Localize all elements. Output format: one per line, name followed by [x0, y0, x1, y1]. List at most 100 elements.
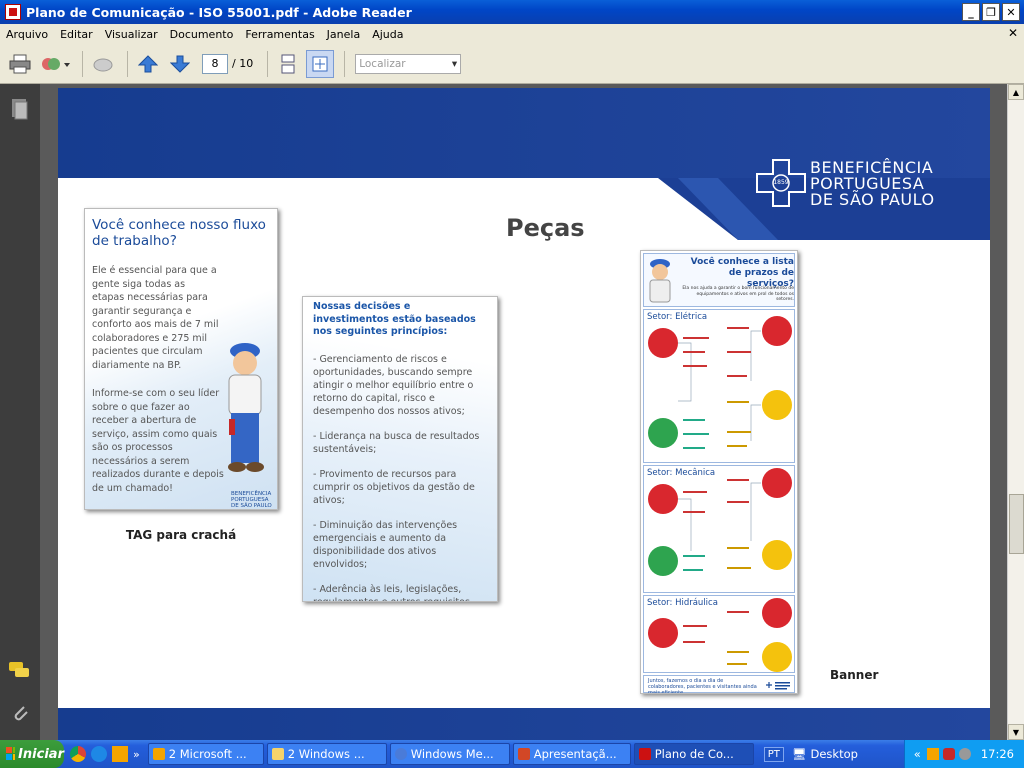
collaborate-button[interactable]	[38, 50, 72, 78]
tag-heading: Você conhece nosso fluxo de trabalho?	[92, 217, 266, 249]
outlook-icon[interactable]	[112, 746, 128, 762]
chrome-icon[interactable]	[70, 746, 86, 762]
close-document-icon[interactable]: ✕	[1008, 26, 1018, 40]
banner-footer-text: Juntos, fazemos o dia a dia de colaborad…	[648, 678, 757, 694]
window-title-bar[interactable]: Plano de Comunicação - ISO 55001.pdf - A…	[0, 0, 1024, 24]
quick-launch-more-icon[interactable]: »	[133, 748, 140, 761]
scroll-mode-button[interactable]	[274, 50, 302, 78]
previous-page-button[interactable]	[134, 50, 162, 78]
media-player-icon	[394, 748, 407, 760]
scroll-up-button[interactable]: ▲	[1008, 84, 1024, 100]
banner-diagram	[648, 316, 792, 672]
page-total-label: / 10	[232, 57, 254, 70]
fit-page-icon	[312, 56, 328, 71]
banner-caption: Banner	[830, 668, 879, 682]
ie-icon[interactable]	[91, 746, 107, 762]
tag-logo: BENEFICÊNCIA PORTUGUESA DE SÃO PAULO	[231, 491, 272, 509]
banner-card: Você conhece a lista de prazos de serviç…	[640, 250, 798, 694]
window-title: Plano de Comunicação - ISO 55001.pdf - A…	[26, 4, 412, 20]
tag-paragraph-2: Informe-se com o seu líder sobre o que f…	[92, 388, 224, 494]
vertical-scrollbar[interactable]: ▲ ▼	[1007, 84, 1024, 740]
menu-visualizar[interactable]: Visualizar	[99, 28, 164, 41]
arrow-up-icon	[138, 54, 158, 72]
start-label: Iniciar	[18, 746, 64, 762]
page-number-input[interactable]: 8	[202, 53, 228, 74]
close-button[interactable]: ✕	[1002, 3, 1020, 21]
tag-paragraph-1: Ele é essencial para que a gente siga to…	[92, 265, 219, 371]
arrow-down-icon	[170, 55, 190, 73]
pdf-page: 1859 BENEFICÊNCIA PORTUGUESA DE SÃO PAUL…	[58, 88, 990, 740]
system-tray: « 17:26	[904, 740, 1024, 768]
minimize-button[interactable]: _	[962, 3, 980, 21]
print-button[interactable]	[6, 50, 34, 78]
scroll-thumb[interactable]	[1009, 494, 1024, 554]
printer-icon	[9, 54, 31, 73]
task-label: Windows Me...	[410, 747, 494, 761]
task-apresentacao[interactable]: Apresentaçã...	[512, 743, 631, 765]
task-plano-de-comunicacao[interactable]: Plano de Co...	[633, 743, 754, 765]
hand-tool-button[interactable]	[89, 50, 117, 78]
cloud-icon	[93, 58, 113, 71]
powerpoint-icon	[517, 748, 530, 760]
banner-footer-logo-icon	[766, 682, 790, 690]
attachments-icon[interactable]	[9, 702, 31, 724]
menu-ajuda[interactable]: Ajuda	[366, 28, 409, 41]
fit-page-button[interactable]	[306, 49, 335, 78]
task-microsoft[interactable]: 2 Microsoft ...	[147, 743, 264, 765]
language-indicator[interactable]: PT	[763, 746, 784, 762]
banner-footer: Juntos, fazemos o dia a dia de colaborad…	[643, 675, 795, 693]
adobe-reader-icon	[638, 748, 651, 760]
menu-ferramentas[interactable]: Ferramentas	[239, 28, 320, 41]
desktop-toolbar[interactable]: 🖥 Desktop	[792, 747, 858, 761]
desktop-icon: 🖥	[791, 747, 807, 761]
logo-line-3: DE SÃO PAULO	[810, 190, 935, 209]
scroll-down-button[interactable]: ▼	[1008, 724, 1024, 740]
menu-arquivo[interactable]: Arquivo	[0, 28, 54, 41]
tag-caption: TAG para crachá	[125, 528, 237, 542]
adobe-reader-icon	[5, 4, 21, 20]
mascot-illustration	[228, 343, 264, 472]
policy-item-1: - Gerenciamento de riscos e oportunidade…	[313, 353, 474, 417]
tray-shield-icon[interactable]	[942, 748, 955, 760]
task-windows-explorer[interactable]: 2 Windows ...	[266, 743, 387, 765]
next-page-button[interactable]	[166, 50, 194, 78]
start-button[interactable]: Iniciar	[0, 740, 64, 768]
pages-panel-icon[interactable]	[10, 98, 30, 120]
toolbar-separator	[344, 50, 346, 77]
logo-year: 1859	[773, 179, 789, 186]
policy-item-4: - Diminuição das intervenções emergencia…	[313, 519, 458, 570]
policy-item-2: - Liderança na busca de resultados suste…	[313, 430, 480, 455]
menu-bar: Arquivo Editar Visualizar Documento Ferr…	[0, 24, 1024, 44]
quick-launch: »	[70, 746, 140, 762]
tray-security-icon[interactable]	[958, 748, 971, 760]
tray-outlook-icon[interactable]	[926, 748, 939, 760]
collaborate-icon	[42, 57, 70, 70]
slide-title: Peças	[506, 214, 585, 242]
policy-card: Nossas decisões e investimentos estão ba…	[302, 296, 498, 602]
outlook-icon	[152, 748, 165, 760]
task-label: Apresentaçã...	[533, 747, 617, 761]
comments-icon[interactable]	[8, 660, 32, 680]
tray-expand-icon[interactable]: «	[914, 747, 921, 761]
task-windows-media[interactable]: Windows Me...	[389, 743, 510, 765]
tag-card: Você conhece nosso fluxo de trabalho? El…	[84, 208, 278, 510]
menu-documento[interactable]: Documento	[164, 28, 240, 41]
task-label: Plano de Co...	[654, 747, 734, 761]
toolbar-separator	[127, 50, 128, 77]
task-label: 2 Microsoft ...	[168, 747, 247, 761]
windows-taskbar: Iniciar » 2 Microsoft ... 2 Windows ... …	[0, 740, 1024, 768]
policy-heading: Nossas decisões e investimentos estão ba…	[313, 301, 476, 337]
policy-item-3: - Provimento de recursos para cumprir os…	[313, 468, 475, 506]
menu-janela[interactable]: Janela	[321, 28, 367, 41]
navigation-sidebar	[0, 84, 40, 740]
toolbar-separator	[82, 50, 83, 77]
folder-icon	[271, 748, 284, 760]
find-input[interactable]: Localizar	[355, 53, 462, 74]
document-viewport[interactable]: 1859 BENEFICÊNCIA PORTUGUESA DE SÃO PAUL…	[40, 84, 1007, 740]
logo-text: BENEFICÊNCIA PORTUGUESA DE SÃO PAULO	[810, 160, 935, 208]
scroll-page-icon	[281, 54, 295, 73]
policy-item-5: - Aderência às leis, legislações, regula…	[313, 583, 470, 602]
menu-editar[interactable]: Editar	[54, 28, 99, 41]
restore-button[interactable]: ❐	[982, 3, 1000, 21]
task-label: 2 Windows ...	[287, 747, 365, 761]
